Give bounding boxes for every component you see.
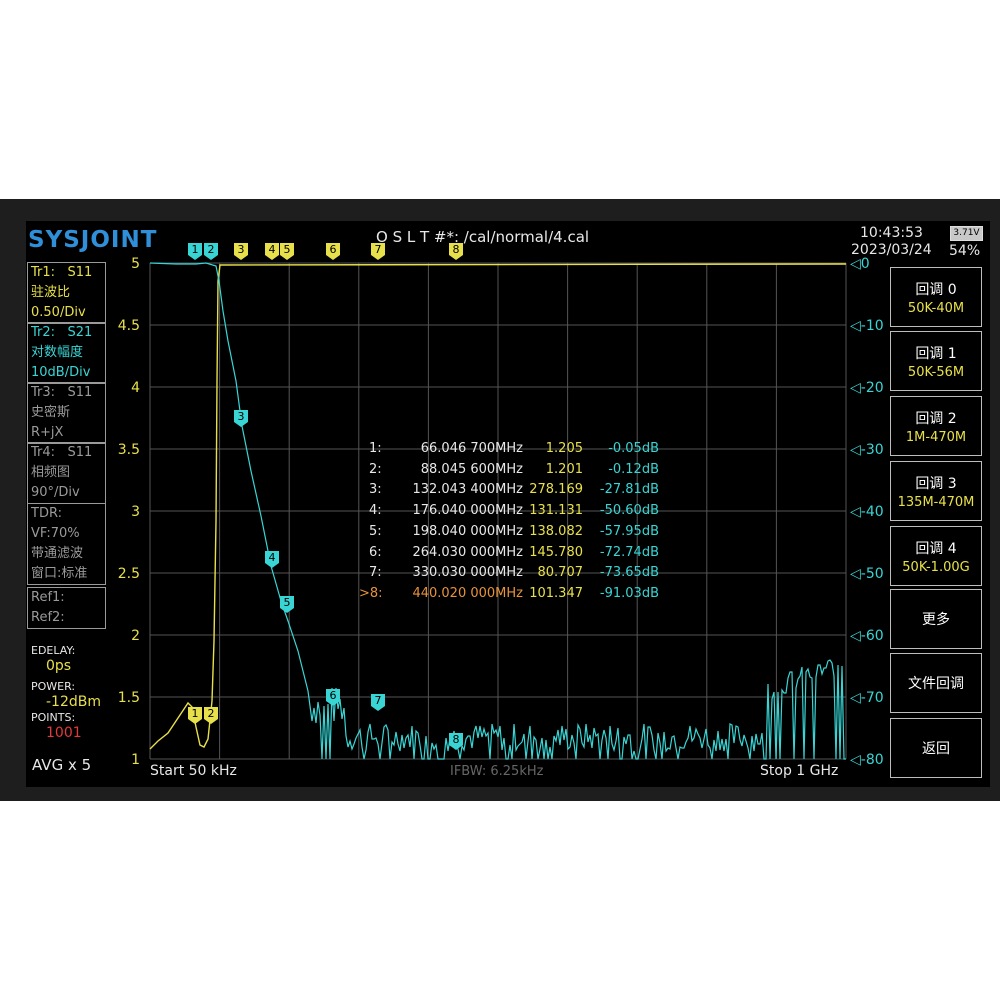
trace-marker-2: 2 (204, 707, 218, 724)
marker-s21: -50.60dB (599, 503, 659, 519)
stop-frequency[interactable]: Stop 1 GHz (760, 763, 838, 779)
top-marker-5: 5 (280, 243, 294, 260)
marker-swr: 131.131 (529, 503, 583, 519)
top-marker-3-label: 3 (238, 243, 245, 256)
marker-s21: -57.95dB (599, 523, 659, 539)
top-marker-4: 4 (265, 243, 279, 260)
top-marker-7-label: 7 (375, 243, 382, 256)
top-marker-7: 7 (371, 243, 385, 260)
marker-s21: -27.81dB (599, 482, 659, 498)
trace-marker-6-label: 6 (330, 689, 337, 702)
marker-swr: 1.205 (545, 441, 583, 456)
top-marker-3: 3 (234, 243, 248, 260)
marker-s21: -73.65dB (599, 565, 659, 581)
marker-freq: 132.043 400MHz (412, 482, 523, 498)
marker-freq: 330.030 000MHz (412, 565, 523, 581)
top-marker-8-label: 8 (453, 243, 460, 256)
marker-swr: 278.169 (529, 482, 583, 498)
trace-marker-4-label: 4 (269, 551, 276, 564)
ifbw-label: IFBW: 6.25kHz (450, 764, 544, 779)
trace-marker-3: 3 (234, 410, 248, 427)
trace-marker-7: 7 (371, 694, 385, 711)
softkey-file-recall[interactable]: 文件回调 (890, 653, 982, 713)
marker-freq: 66.046 700MHz (420, 441, 523, 456)
marker-label: >8: (359, 585, 383, 601)
top-marker-row: 12 3 45 6 7 8 (188, 243, 463, 260)
top-marker-8: 8 (449, 243, 463, 260)
vna-screen: SYSJOINT O S L T #*: /cal/normal/4.cal 1… (26, 221, 990, 787)
softkey-recall-1[interactable]: 回调 1 50K-56M (890, 331, 982, 391)
marker-label: 3: (369, 482, 382, 498)
marker-swr: 80.707 (537, 565, 584, 581)
trace-marker-8-label: 8 (453, 733, 460, 746)
marker-label: 7: (369, 565, 382, 581)
marker-swr: 145.780 (529, 544, 583, 560)
softkey-recall-3[interactable]: 回调 3 135M-470M (890, 461, 982, 521)
top-marker-5-label: 5 (284, 243, 291, 256)
top-marker-2: 2 (204, 243, 218, 260)
trace-marker-1-label: 1 (192, 707, 199, 720)
marker-s21: -0.05dB (608, 441, 659, 456)
marker-s21: -91.03dB (599, 585, 659, 601)
trace-marker-5-label: 5 (284, 596, 291, 609)
softkey-more[interactable]: 更多 (890, 589, 982, 649)
softkey-recall-2[interactable]: 回调 2 1M-470M (890, 396, 982, 456)
marker-label: 6: (369, 544, 382, 560)
top-marker-1-label: 1 (192, 243, 199, 256)
marker-freq: 198.040 000MHz (412, 523, 523, 539)
top-marker-2-label: 2 (208, 243, 215, 256)
trace-marker-8: 8 (449, 733, 463, 750)
marker-s21: -0.12dB (608, 461, 659, 477)
marker-swr: 138.082 (529, 523, 583, 539)
softkey-recall-0[interactable]: 回调 0 50K-40M (890, 267, 982, 327)
marker-s21: -72.74dB (599, 544, 659, 560)
trace-marker-5: 5 (280, 596, 294, 613)
top-marker-4-label: 4 (269, 243, 276, 256)
marker-freq: 176.040 000MHz (412, 503, 523, 519)
marker-swr: 1.201 (545, 461, 583, 477)
trace-marker-2-label: 2 (208, 707, 215, 720)
trace-marker-4: 4 (265, 551, 279, 568)
marker-freq: 88.045 600MHz (420, 461, 523, 477)
marker-label: 5: (369, 523, 382, 539)
start-frequency[interactable]: Start 50 kHz (150, 763, 237, 779)
marker-freq: 440.020 000MHz (412, 585, 523, 601)
marker-label: 2: (369, 461, 382, 477)
marker-label: 1: (369, 441, 382, 456)
softkey-recall-4[interactable]: 回调 4 50K-1.00G (890, 526, 982, 586)
marker-swr: 101.347 (529, 585, 583, 601)
trace-marker-3-label: 3 (238, 410, 245, 423)
top-marker-1: 1 (188, 243, 202, 260)
marker-freq: 264.030 000MHz (412, 544, 523, 560)
top-marker-6-label: 6 (330, 243, 337, 256)
softkey-back[interactable]: 返回 (890, 718, 982, 778)
trace-marker-1: 1 (188, 707, 202, 724)
trace-marker-7-label: 7 (375, 694, 382, 707)
top-marker-6: 6 (326, 243, 340, 260)
marker-label: 4: (369, 503, 382, 519)
